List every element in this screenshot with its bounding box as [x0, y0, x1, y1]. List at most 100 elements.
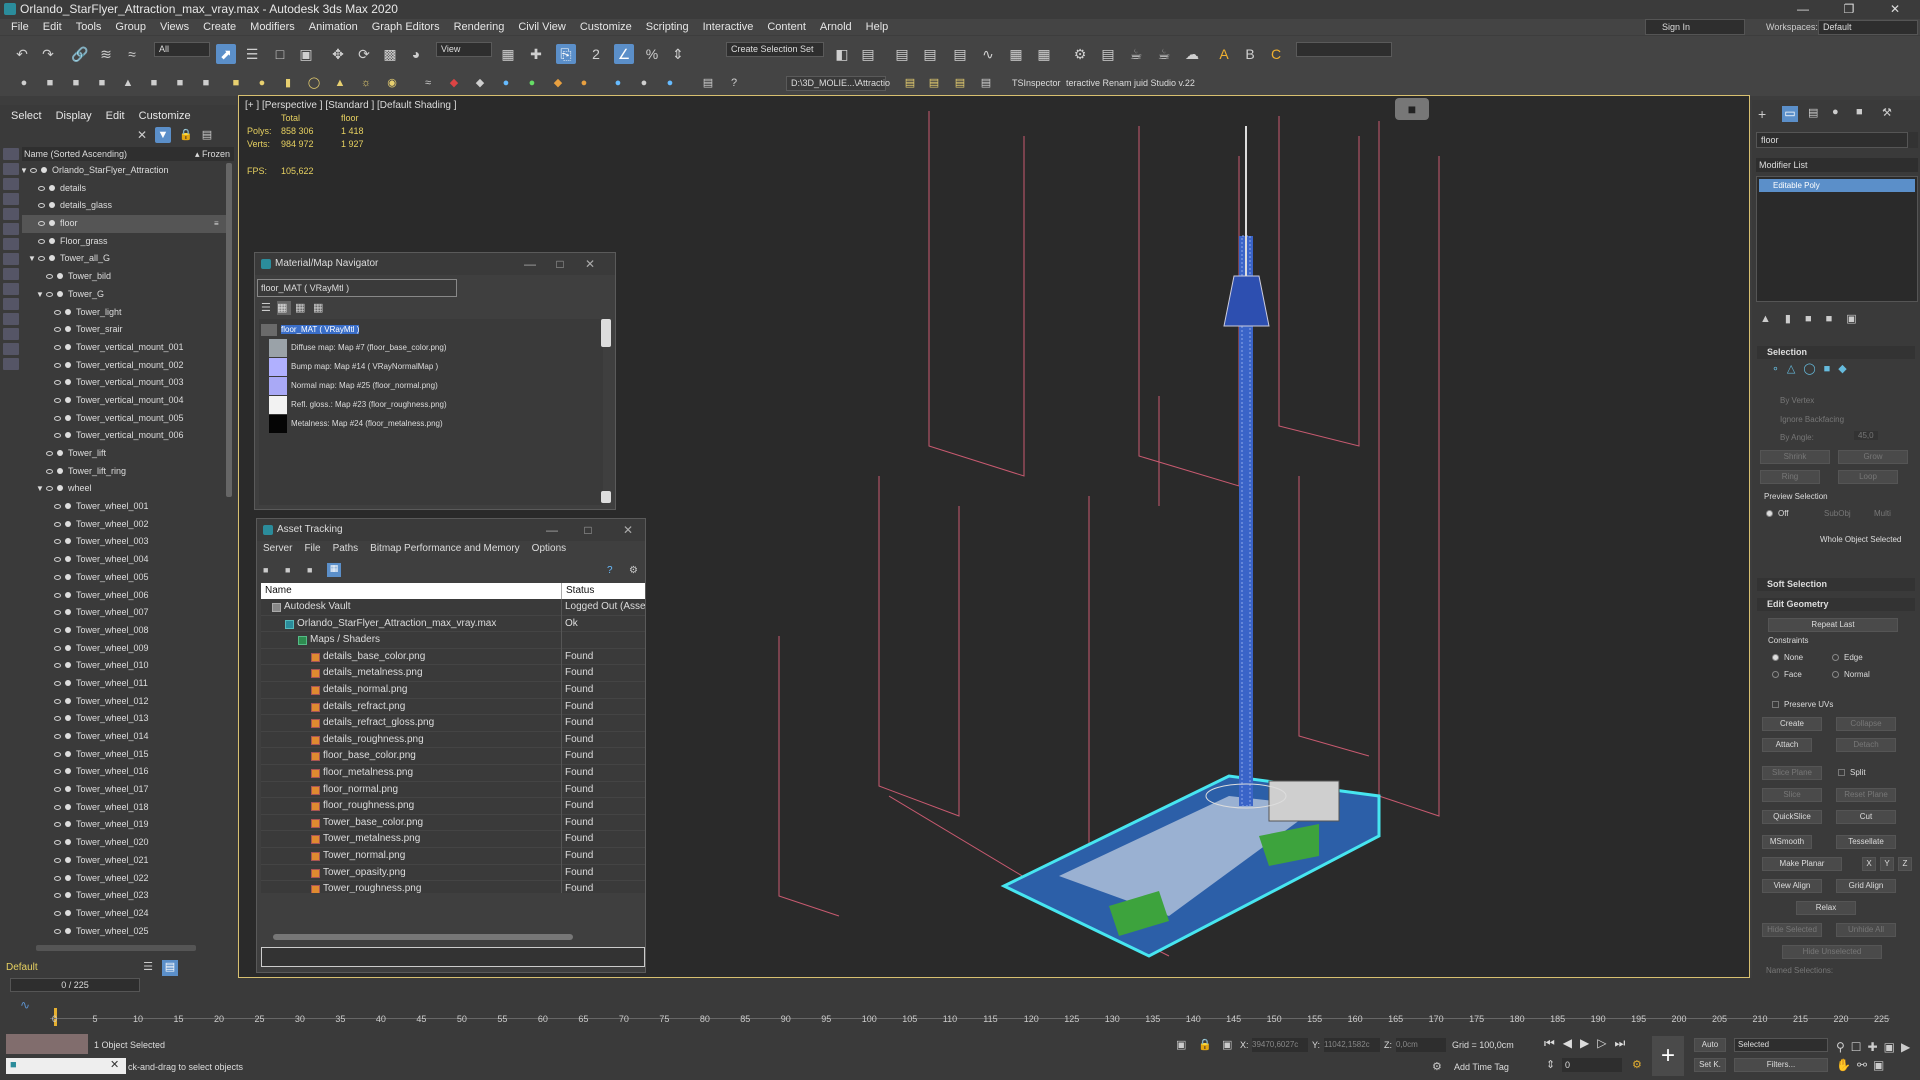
side-tool-icon[interactable] [3, 253, 19, 265]
viewport-navigation[interactable]: ⚲☐✚▣▶✋⚯▣ [1836, 1038, 1916, 1074]
tool-icon-17[interactable]: ● [636, 75, 652, 91]
tree-item[interactable]: Tower_wheel_022 [22, 870, 226, 888]
visibility-eye-icon[interactable] [54, 433, 61, 439]
visibility-eye-icon[interactable] [54, 769, 61, 775]
visibility-eye-icon[interactable] [54, 840, 61, 846]
geosphere-icon[interactable]: ◉ [384, 75, 400, 91]
key-filters-button[interactable]: Filters... [1734, 1058, 1828, 1072]
side-tool-icon[interactable] [3, 223, 19, 235]
menu-interactive[interactable]: Interactive [696, 19, 761, 35]
visibility-eye-icon[interactable] [54, 327, 61, 333]
arnold-a-icon[interactable]: A [1214, 44, 1234, 64]
tool-icon-22[interactable]: ▤ [952, 75, 968, 91]
planar-y-button[interactable]: Y [1880, 857, 1894, 871]
tree-item[interactable]: details [22, 180, 226, 198]
move-icon[interactable]: ✥ [328, 44, 348, 64]
render-preset-dropdown[interactable] [1296, 42, 1392, 57]
tree-item[interactable]: ▼ Orlando_StarFlyer_Attraction [22, 162, 226, 180]
visibility-eye-icon[interactable] [54, 698, 61, 704]
visibility-eye-icon[interactable] [46, 291, 53, 297]
selection-rollout[interactable]: Selection [1757, 346, 1915, 359]
tree-item[interactable]: Tower_vertical_mount_001 [22, 339, 226, 357]
visibility-eye-icon[interactable] [54, 645, 61, 651]
menu-civil-view[interactable]: Civil View [511, 19, 572, 35]
asset-row[interactable]: floor_normal.png Found [261, 782, 645, 799]
create-button[interactable]: Create [1762, 717, 1822, 731]
menu-modifiers[interactable]: Modifiers [243, 19, 302, 35]
visibility-eye-icon[interactable] [54, 893, 61, 899]
spinner-snap-icon[interactable]: ⇕ [668, 44, 688, 64]
tree-item[interactable]: ▼ wheel [22, 480, 226, 498]
tree-item[interactable]: Tower_wheel_012 [22, 693, 226, 711]
menu-scripting[interactable]: Scripting [639, 19, 696, 35]
side-tool-icon[interactable] [3, 178, 19, 190]
rotate-icon[interactable]: ⟳ [354, 44, 374, 64]
msmooth-button[interactable]: MSmooth [1762, 835, 1812, 849]
asset-row[interactable]: details_refract_gloss.png Found [261, 715, 645, 732]
ribbon-icon[interactable]: ▤ [950, 44, 970, 64]
menu-file[interactable]: File [4, 19, 36, 35]
pivot-center-icon[interactable]: ▦ [498, 44, 518, 64]
ts-inspector-button[interactable]: TSInspector [1012, 78, 1061, 88]
modifier-list-dropdown[interactable]: Modifier List [1756, 158, 1918, 172]
set-key-button[interactable]: Set K. [1694, 1058, 1726, 1072]
time-tag-icon[interactable]: ⚙ [1432, 1060, 1446, 1074]
tree-item[interactable]: Tower_wheel_018 [22, 799, 226, 817]
menu-help[interactable]: Help [859, 19, 896, 35]
grow-button[interactable]: Grow [1838, 450, 1908, 464]
menu-tools[interactable]: Tools [69, 19, 109, 35]
keyboard-shortcut-icon[interactable]: ⎘ [556, 44, 576, 64]
tree-item[interactable]: Tower_wheel_020 [22, 834, 226, 852]
tree-item[interactable]: Tower_wheel_003 [22, 533, 226, 551]
material-scroll-down[interactable] [601, 491, 611, 503]
slice-plane-button[interactable]: Slice Plane [1762, 766, 1822, 780]
redo-icon[interactable]: ↷ [38, 44, 58, 64]
scale-icon[interactable]: ▩ [380, 44, 400, 64]
tree-item[interactable]: Tower_wheel_021 [22, 852, 226, 870]
motion-icon[interactable]: ● [1832, 106, 1848, 122]
tree-item[interactable]: Tower_srair [22, 321, 226, 339]
visibility-eye-icon[interactable] [46, 486, 53, 492]
asset-row[interactable]: Tower_opasity.png Found [261, 865, 645, 882]
tree-item[interactable]: details_glass [22, 197, 226, 215]
curve-editor-icon[interactable]: ∿ [978, 44, 998, 64]
layer-explorer-icon[interactable]: ▤ [892, 44, 912, 64]
visibility-eye-icon[interactable] [54, 362, 61, 368]
tab-customize[interactable]: Customize [132, 105, 198, 127]
cylinder-icon[interactable]: ▮ [280, 75, 296, 91]
cone-icon[interactable]: ▲ [332, 75, 348, 91]
visibility-eye-icon[interactable] [54, 680, 61, 686]
scene-scrollbar[interactable] [226, 163, 232, 497]
tree-item[interactable]: Tower_wheel_011 [22, 675, 226, 693]
tree-item[interactable]: ▼ Tower_all_G [22, 250, 226, 268]
project-path-field[interactable]: D:\3D_MOLIE...\Attractio [786, 76, 890, 91]
col-name[interactable]: Name [265, 583, 292, 599]
tab-display[interactable]: Display [49, 105, 99, 127]
subobject-level-icons[interactable]: ∘△◯■◆ [1772, 362, 1882, 378]
help-icon[interactable]: ? [726, 75, 742, 91]
constraint-edge-radio[interactable] [1832, 654, 1839, 661]
visibility-eye-icon[interactable] [54, 397, 61, 403]
menu-rendering[interactable]: Rendering [447, 19, 512, 35]
tool-icon-6[interactable]: ■ [146, 75, 162, 91]
stack-item-editable-poly[interactable]: Editable Poly [1759, 179, 1915, 192]
menu-group[interactable]: Group [108, 19, 153, 35]
constraint-face-radio[interactable] [1772, 671, 1779, 678]
asset-tool-icon[interactable]: ■ [307, 565, 319, 577]
side-tool-icon[interactable] [3, 298, 19, 310]
tree-item[interactable]: Tower_wheel_006 [22, 587, 226, 605]
visibility-eye-icon[interactable] [54, 857, 61, 863]
place-icon[interactable]: ◕ [406, 44, 426, 64]
tree-item[interactable]: Floor_grass [22, 233, 226, 251]
vray-c-icon[interactable]: C [1266, 44, 1286, 64]
modify-icon[interactable]: ▭ [1782, 106, 1798, 122]
tree-item[interactable]: Tower_wheel_005 [22, 569, 226, 587]
tree-item[interactable]: Tower_light [22, 304, 226, 322]
asset-row[interactable]: Tower_base_color.png Found [261, 815, 645, 832]
angle-snap-icon[interactable]: ∠ [614, 44, 634, 64]
bind-spacewarp-icon[interactable]: ≈ [122, 44, 142, 64]
current-frame-field[interactable]: 0 [1562, 1058, 1622, 1072]
tool-icon-23[interactable]: ▤ [978, 75, 994, 91]
layers-icon[interactable]: ☰ [140, 960, 156, 976]
stack-tools[interactable]: ▲▮■■▣ [1760, 312, 1910, 328]
